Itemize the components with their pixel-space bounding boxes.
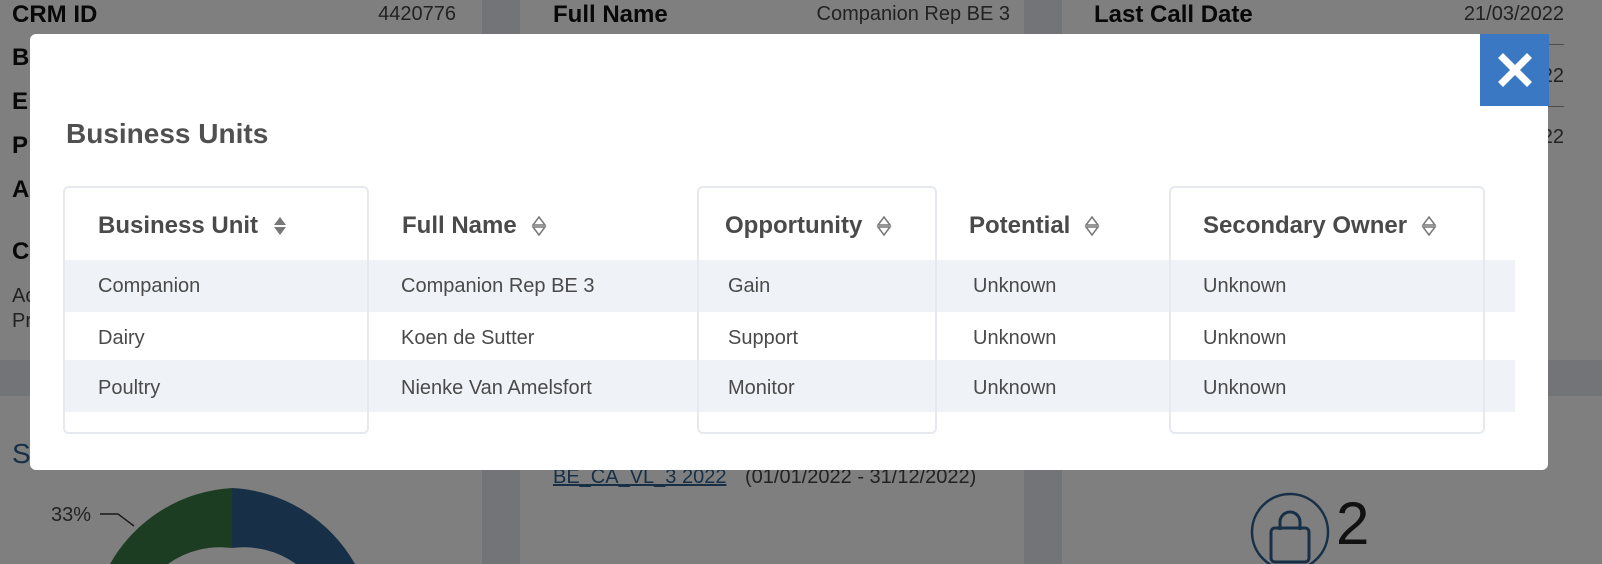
- column-header-label: Potential: [969, 212, 1071, 239]
- column-header-potential[interactable]: Potential: [969, 206, 1100, 246]
- cell-full-name: Companion Rep BE 3: [401, 275, 595, 297]
- close-button[interactable]: [1480, 34, 1549, 106]
- cell-business-unit: Dairy: [98, 327, 145, 349]
- sort-icon[interactable]: [876, 215, 892, 237]
- column-header-label: Opportunity: [725, 212, 863, 239]
- close-icon: [1497, 53, 1532, 87]
- column-header-label: Secondary Owner: [1203, 212, 1408, 239]
- cell-secondary-owner: Unknown: [1203, 327, 1287, 349]
- cell-opportunity: Gain: [728, 275, 771, 297]
- business-units-modal: Business Units Business Unit Full Name O…: [30, 34, 1548, 470]
- sort-icon[interactable]: [272, 215, 288, 237]
- sort-icon[interactable]: [1084, 215, 1100, 237]
- cell-secondary-owner: Unknown: [1203, 275, 1287, 297]
- column-header-label: Business Unit: [98, 212, 259, 239]
- column-header-opportunity[interactable]: Opportunity: [725, 206, 892, 246]
- column-header-business-unit[interactable]: Business Unit: [98, 206, 288, 246]
- column-header-full-name[interactable]: Full Name: [402, 206, 547, 246]
- cell-potential: Unknown: [973, 377, 1057, 399]
- cell-secondary-owner: Unknown: [1203, 377, 1287, 399]
- cell-full-name: Koen de Sutter: [401, 327, 535, 349]
- cell-business-unit: Poultry: [98, 377, 161, 399]
- cell-opportunity: Support: [728, 327, 799, 349]
- cell-potential: Unknown: [973, 275, 1057, 297]
- sort-icon[interactable]: [531, 215, 547, 237]
- cell-full-name: Nienke Van Amelsfort: [401, 377, 592, 399]
- modal-title: Business Units: [66, 118, 269, 149]
- column-header-label: Full Name: [402, 212, 517, 239]
- cell-business-unit: Companion: [98, 275, 201, 297]
- business-units-table: Business Unit Full Name Opportunity Pote…: [63, 186, 1515, 434]
- column-header-secondary-owner[interactable]: Secondary Owner: [1203, 206, 1437, 246]
- cell-potential: Unknown: [973, 327, 1057, 349]
- sort-icon[interactable]: [1421, 215, 1437, 237]
- cell-opportunity: Monitor: [728, 377, 795, 399]
